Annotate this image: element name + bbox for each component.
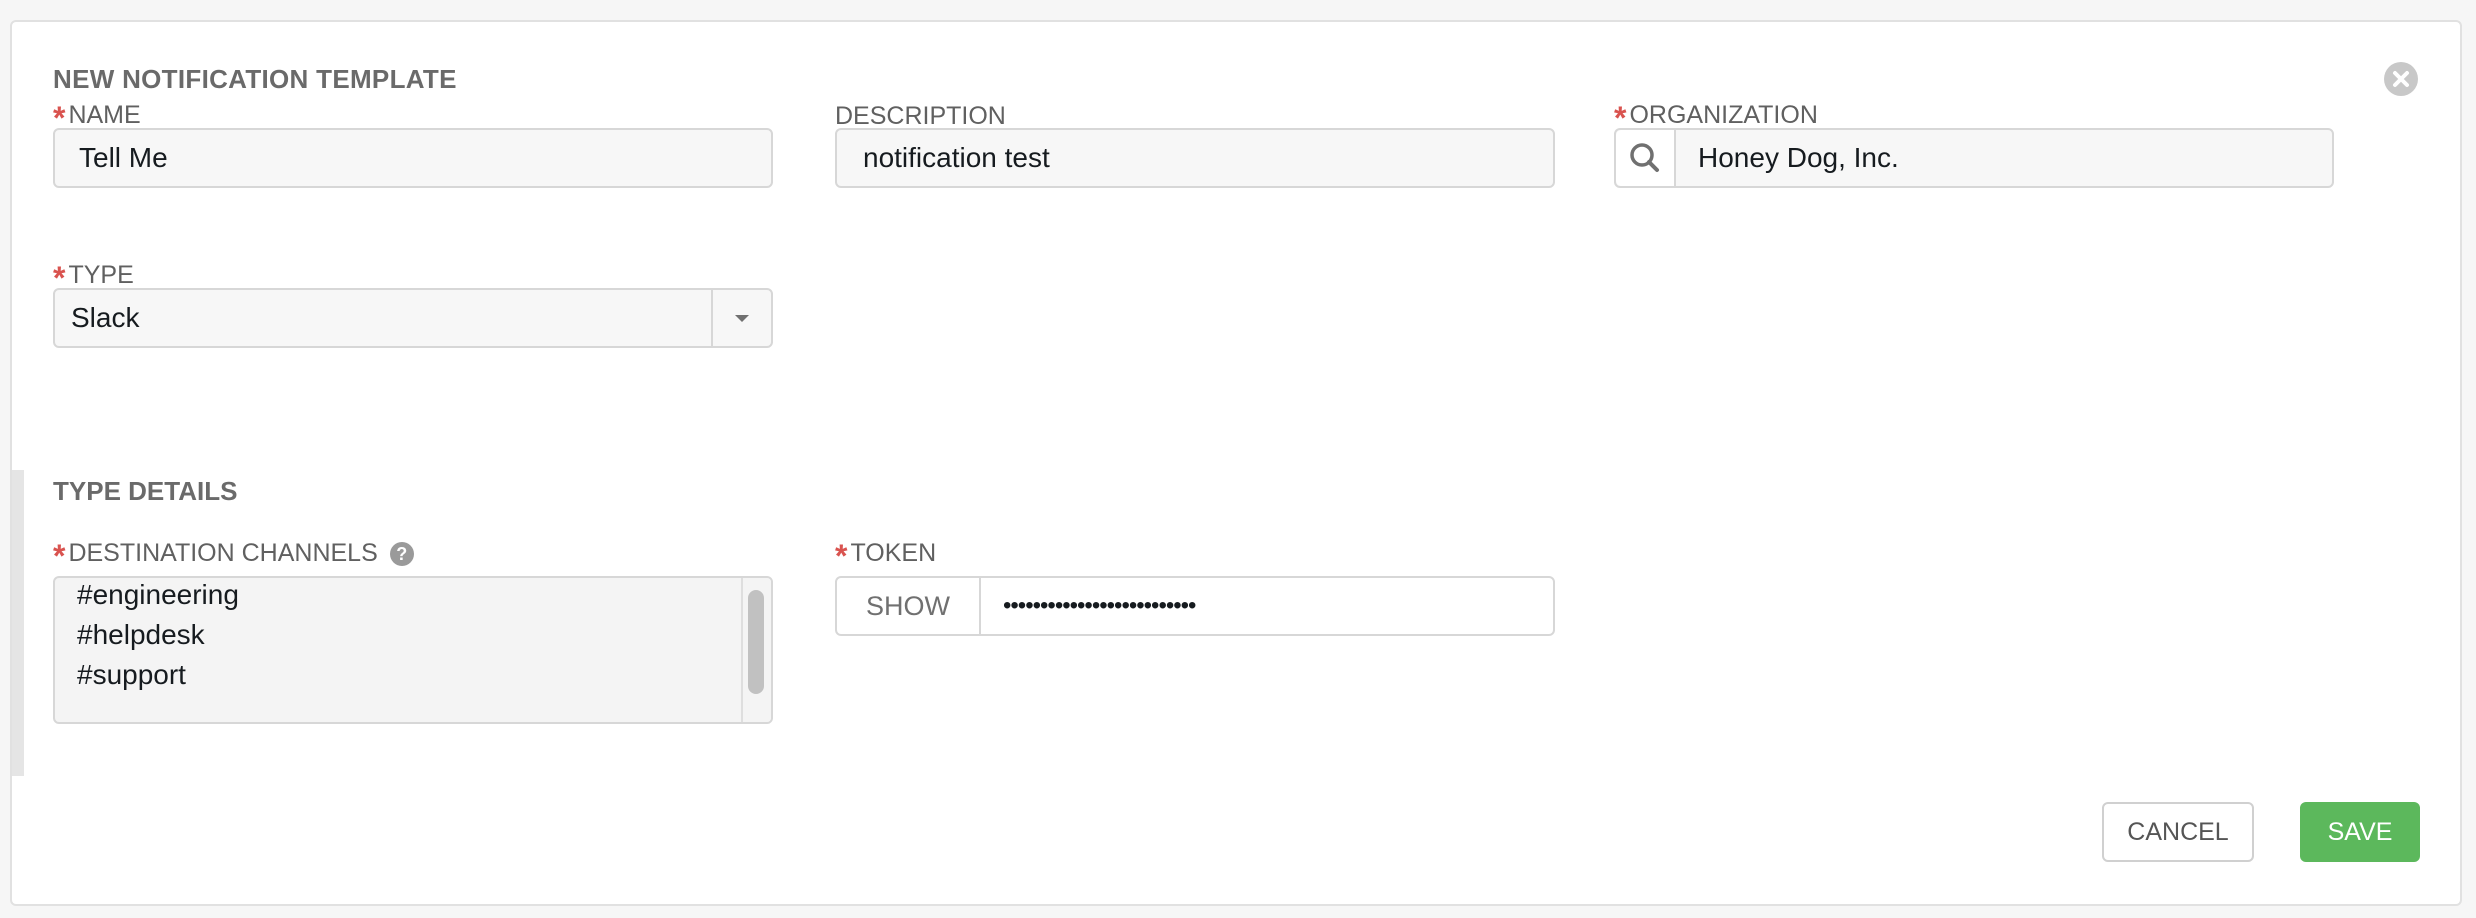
description-input[interactable]: notification test (835, 128, 1555, 188)
channel-line: #support (77, 659, 186, 690)
required-asterisk: * (53, 538, 66, 574)
name-value: Tell Me (79, 142, 168, 173)
search-icon (1630, 143, 1659, 172)
caret-down-icon (735, 315, 749, 322)
close-icon[interactable] (2384, 62, 2418, 96)
type-select[interactable]: Slack (53, 288, 773, 348)
type-label: * TYPE (53, 260, 134, 296)
destination-channels-label: * DESTINATION CHANNELS? (53, 532, 414, 574)
token-input-group: SHOW •••••••••••••••••••••••••• (835, 576, 1555, 636)
type-value: Slack (71, 302, 140, 333)
notification-template-panel: NEW NOTIFICATION TEMPLATE * NAME Tell Me … (10, 20, 2462, 906)
divider (1674, 130, 1676, 186)
organization-search-button[interactable] (1616, 130, 1674, 186)
organization-lookup[interactable]: Honey Dog, Inc. (1614, 128, 2334, 188)
required-asterisk: * (835, 538, 848, 574)
cancel-button[interactable]: CANCEL (2102, 802, 2254, 862)
organization-label: * ORGANIZATION (1614, 100, 1818, 136)
token-label: * TOKEN (835, 538, 937, 574)
show-token-button[interactable]: SHOW (837, 578, 981, 634)
type-details-indicator (12, 470, 24, 776)
name-input[interactable]: Tell Me (53, 128, 773, 188)
channel-line: #helpdesk (77, 619, 205, 650)
type-details-title: TYPE DETAILS (53, 476, 238, 506)
description-value: notification test (863, 142, 1050, 173)
organization-value: Honey Dog, Inc. (1698, 142, 1899, 173)
description-label: DESCRIPTION (835, 102, 1006, 130)
destination-channels-textarea[interactable]: #engineering #helpdesk #support (53, 576, 773, 724)
scrollbar[interactable] (741, 578, 771, 722)
help-icon[interactable]: ? (389, 542, 414, 566)
scrollbar-thumb[interactable] (748, 590, 764, 694)
name-label: * NAME (53, 100, 141, 136)
channel-line: #engineering (77, 579, 239, 610)
token-input[interactable]: •••••••••••••••••••••••••• (1003, 578, 1196, 634)
save-button[interactable]: SAVE (2300, 802, 2420, 862)
panel-title: NEW NOTIFICATION TEMPLATE (53, 64, 457, 94)
